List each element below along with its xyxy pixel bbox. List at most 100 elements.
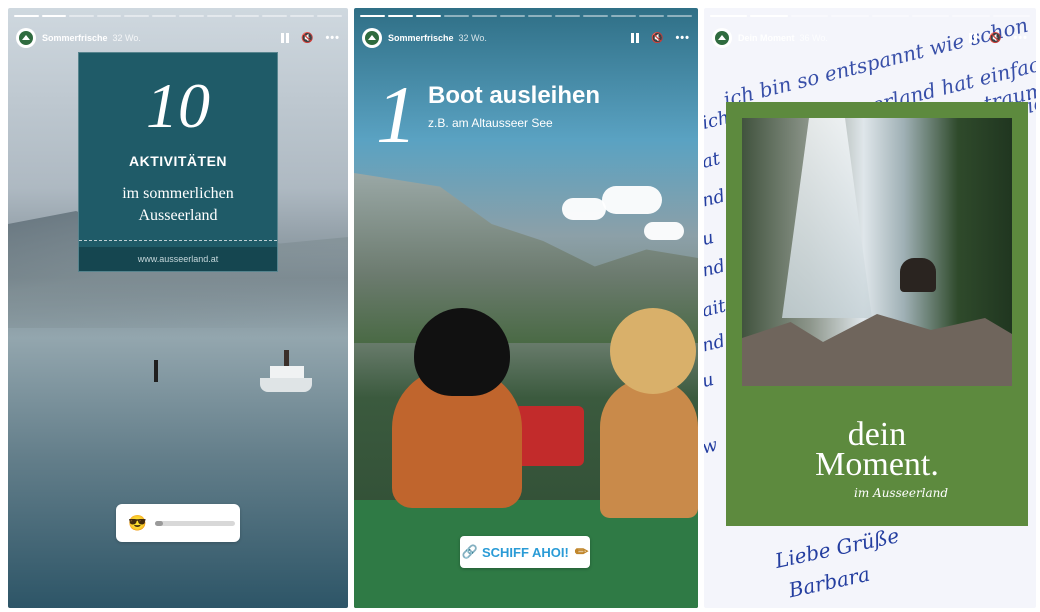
progress-segment xyxy=(443,15,469,17)
story-progress-bar xyxy=(360,15,693,17)
post-time: 36 Wo. xyxy=(799,33,828,43)
photo-frame: dein Moment. im Ausseerland xyxy=(726,102,1028,526)
handwritten-word: nd xyxy=(704,185,728,212)
steamboat-image xyxy=(260,348,312,392)
handwritten-word: w xyxy=(704,434,720,459)
more-options-icon[interactable]: ••• xyxy=(1013,32,1028,44)
progress-segment xyxy=(639,15,665,17)
cloud xyxy=(644,222,684,240)
progress-segment xyxy=(96,15,122,17)
account-name[interactable]: Sommerfrische xyxy=(42,33,108,43)
red-boat xyxy=(514,406,584,466)
handwritten-word: nd xyxy=(704,255,728,282)
waterfall-photo xyxy=(742,118,1012,386)
handwritten-word: u xyxy=(704,226,716,251)
progress-segment xyxy=(527,15,553,17)
avatar[interactable] xyxy=(362,28,382,48)
mountain-logo-icon xyxy=(365,31,379,45)
progress-segment xyxy=(667,15,693,17)
post-time: 32 Wo. xyxy=(112,33,141,43)
paddleboarder-figure xyxy=(154,360,158,382)
story-subtitle: z.B. am Altausseer See xyxy=(428,116,553,130)
progress-segment xyxy=(317,15,342,17)
progress-segment xyxy=(471,15,497,17)
post-time: 32 Wo. xyxy=(458,33,487,43)
progress-segment xyxy=(14,15,39,17)
cloud xyxy=(562,198,606,220)
card-subtitle-line2: Ausseerland xyxy=(138,207,218,224)
progress-segment xyxy=(583,15,609,17)
progress-segment xyxy=(151,15,177,17)
step-number: 1 xyxy=(376,69,417,160)
handwritten-word: at xyxy=(704,148,723,173)
story-progress-bar xyxy=(710,15,1030,17)
story-panel-2[interactable]: Sommerfrische 32 Wo. 🔇 ••• 1 Boot auslei… xyxy=(354,8,698,608)
straw-hat xyxy=(610,308,696,394)
card-number: 10 xyxy=(146,70,210,141)
divider xyxy=(79,240,277,241)
progress-segment xyxy=(69,15,94,17)
progress-segment xyxy=(289,15,315,17)
mountain-logo-icon xyxy=(19,31,33,45)
frame-tagline: im Ausseerland xyxy=(854,486,949,500)
progress-segment xyxy=(952,15,990,17)
handwritten-word: nd xyxy=(704,330,728,357)
progress-segment xyxy=(207,15,232,17)
handwritten-word: ait xyxy=(704,295,728,322)
mute-icon[interactable]: 🔇 xyxy=(651,33,663,44)
sunglasses-emoji-icon: 😎 xyxy=(128,515,147,532)
mute-icon[interactable]: 🔇 xyxy=(989,33,1001,44)
avatar[interactable] xyxy=(16,28,36,48)
pause-icon[interactable] xyxy=(630,33,639,43)
progress-segment xyxy=(179,15,205,17)
pause-icon[interactable] xyxy=(968,33,977,43)
pause-icon[interactable] xyxy=(280,33,289,43)
emoji-slider-sticker[interactable]: 😎 xyxy=(116,504,240,542)
progress-segment xyxy=(555,15,581,17)
mute-icon[interactable]: 🔇 xyxy=(301,33,313,44)
story-panel-1[interactable]: Sommerfrische 32 Wo. 🔇 ••• 10 AKTIVITÄTE… xyxy=(8,8,348,608)
person-hair xyxy=(600,378,698,518)
mountain-logo-icon xyxy=(715,31,729,45)
progress-segment xyxy=(499,15,525,17)
story-progress-bar xyxy=(14,15,342,17)
slider-track[interactable] xyxy=(154,520,235,526)
link-label: SCHIFF AHOI! xyxy=(481,544,569,560)
black-hat xyxy=(414,308,510,396)
story-header: Sommerfrische 32 Wo. 🔇 ••• xyxy=(16,26,340,50)
progress-segment xyxy=(262,15,287,17)
link-icon: 🔗 xyxy=(461,544,478,559)
link-sticker[interactable]: 🔗 SCHIFF AHOI! ✏ xyxy=(460,536,590,568)
greeting-text: Liebe Grüße xyxy=(772,523,902,573)
cloud xyxy=(602,186,662,214)
card-heading: AKTIVITÄTEN xyxy=(128,153,228,169)
progress-segment xyxy=(992,15,1030,17)
progress-segment xyxy=(41,15,67,17)
story-panel-3[interactable]: ich bin so entspannt wie schon Ausseerla… xyxy=(704,8,1036,608)
progress-segment xyxy=(415,15,441,17)
account-name[interactable]: Sommerfrische xyxy=(388,33,454,43)
story-header: Sommerfrische 32 Wo. 🔇 ••• xyxy=(362,26,690,50)
story-header: Dein Moment 36 Wo. 🔇 ••• xyxy=(712,26,1028,50)
progress-segment xyxy=(871,15,909,17)
progress-segment xyxy=(911,15,950,17)
slider-fill xyxy=(154,520,163,526)
handwritten-word: u xyxy=(704,368,716,393)
progress-segment xyxy=(234,15,260,17)
progress-segment xyxy=(360,15,385,17)
frame-title-line2: Moment. xyxy=(815,446,939,483)
account-name[interactable]: Dein Moment xyxy=(738,33,795,43)
card-url: www.ausseerland.at xyxy=(79,247,277,271)
more-options-icon[interactable]: ••• xyxy=(325,32,340,44)
progress-segment xyxy=(750,15,788,17)
story-title: Boot ausleihen xyxy=(428,82,601,109)
more-options-icon[interactable]: ••• xyxy=(675,32,690,44)
progress-segment xyxy=(611,15,637,17)
avatar[interactable] xyxy=(712,28,732,48)
card-subtitle-line1: im sommerlichen xyxy=(122,185,234,202)
progress-segment xyxy=(387,15,413,17)
progress-segment xyxy=(710,15,748,17)
activities-card: 10 AKTIVITÄTEN im sommerlichen Ausseerla… xyxy=(78,52,278,272)
progress-segment xyxy=(831,15,869,17)
progress-segment xyxy=(124,15,149,17)
